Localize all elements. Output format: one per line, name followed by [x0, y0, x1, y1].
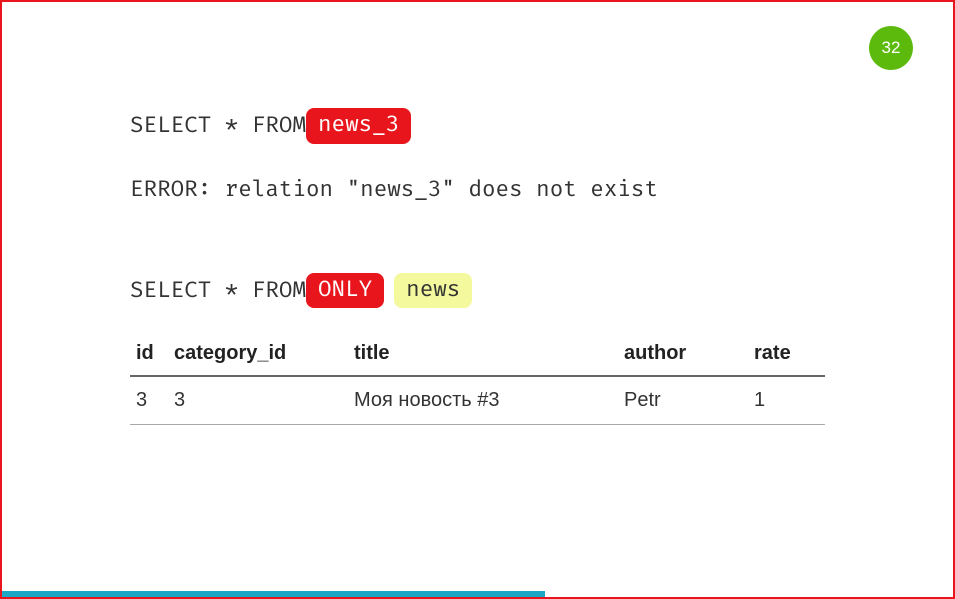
- cell-author: Petr: [618, 376, 748, 425]
- sql-query-2: SELECT * FROM ONLY news: [130, 273, 825, 309]
- slide-number: 32: [882, 38, 901, 58]
- slide-content: SELECT * FROM news_3 ERROR: relation "ne…: [2, 2, 953, 425]
- sql-error-line: ERROR: relation "news_3" does not exist: [130, 176, 825, 203]
- query1-prefix: SELECT * FROM: [130, 112, 306, 139]
- slide-number-badge: 32: [869, 26, 913, 70]
- error-text: ERROR: relation "news_3" does not exist: [130, 176, 658, 203]
- cell-category-id: 3: [168, 376, 348, 425]
- table-header-row: id category_id title author rate: [130, 334, 825, 376]
- cell-id: 3: [130, 376, 168, 425]
- col-title: title: [348, 334, 618, 376]
- query2-table-pill: news: [394, 273, 472, 309]
- query2-only-pill: ONLY: [306, 273, 384, 309]
- result-table: id category_id title author rate 3 3 Моя…: [130, 334, 825, 425]
- table-row: 3 3 Моя новость #3 Petr 1: [130, 376, 825, 425]
- cell-rate: 1: [748, 376, 825, 425]
- query2-prefix: SELECT * FROM: [130, 277, 306, 304]
- sql-query-1: SELECT * FROM news_3: [130, 108, 825, 144]
- col-author: author: [618, 334, 748, 376]
- col-id: id: [130, 334, 168, 376]
- cell-title: Моя новость #3: [348, 376, 618, 425]
- query1-table-pill: news_3: [306, 108, 411, 144]
- col-category-id: category_id: [168, 334, 348, 376]
- progress-bar: [2, 591, 545, 597]
- col-rate: rate: [748, 334, 825, 376]
